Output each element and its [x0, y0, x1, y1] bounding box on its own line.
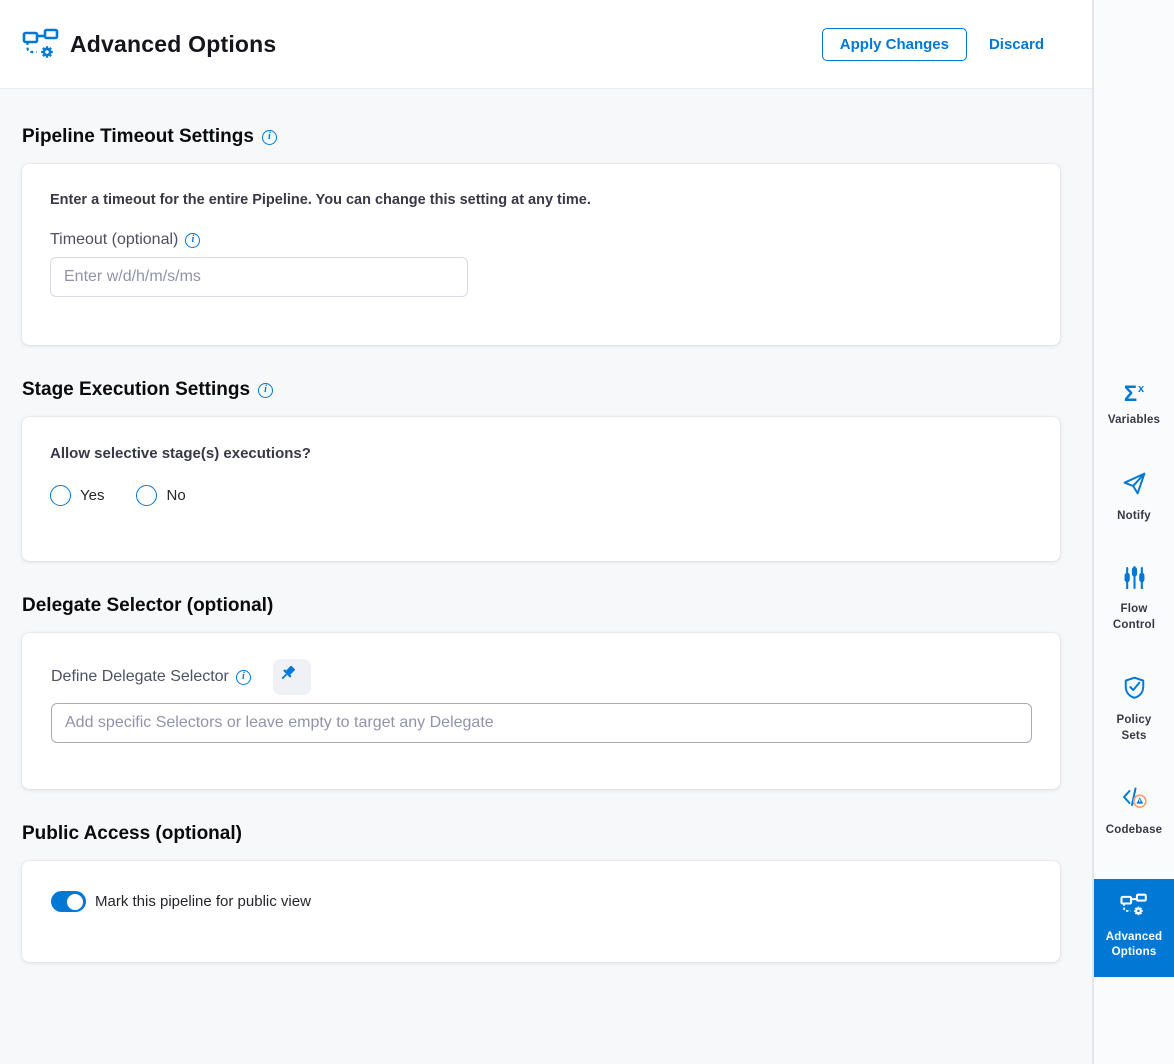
radio-circle-icon[interactable] — [50, 485, 71, 506]
sidebar-item-label: Flow Control — [1103, 602, 1165, 633]
timeout-input[interactable] — [50, 257, 468, 297]
sidebar-item-label: Codebase — [1106, 823, 1163, 839]
radio-option-yes[interactable]: Yes — [50, 485, 104, 506]
sidebar-item-policy-sets[interactable]: Policy Sets — [1094, 673, 1174, 746]
timeout-section-title-text: Pipeline Timeout Settings — [22, 125, 254, 149]
timeout-section-title: Pipeline Timeout Settings — [22, 125, 1060, 149]
public-access-title-text: Public Access (optional) — [22, 822, 242, 846]
delegate-label: Define Delegate Selector — [51, 668, 229, 686]
discard-button[interactable]: Discard — [989, 36, 1044, 53]
radio-label-yes: Yes — [80, 487, 104, 504]
advanced-options-panel: Advanced Options Apply Changes Discard P… — [0, 0, 1092, 1064]
panel-header: Advanced Options Apply Changes Discard — [0, 0, 1092, 89]
settings-content: Pipeline Timeout Settings Enter a timeou… — [0, 89, 1092, 1064]
delegate-field-label-text: Define Delegate Selector — [51, 668, 251, 686]
public-view-toggle-row: Mark this pipeline for public view — [51, 891, 1032, 912]
selective-stages-question: Allow selective stage(s) executions? — [50, 445, 1032, 462]
public-view-toggle[interactable] — [51, 891, 86, 912]
delegate-card: Define Delegate Selector — [22, 633, 1060, 789]
pin-button[interactable] — [273, 659, 311, 695]
sidebar-item-advanced-options[interactable]: Advanced Options — [1094, 879, 1174, 977]
header-actions: Apply Changes Discard — [822, 28, 1044, 61]
sidebar-item-notify[interactable]: Notify — [1094, 469, 1174, 527]
timeout-card: Enter a timeout for the entire Pipeline.… — [22, 164, 1060, 345]
right-rail: Σx Variables Notify — [1092, 0, 1174, 1064]
timeout-description: Enter a timeout for the entire Pipeline.… — [50, 192, 1032, 208]
apply-changes-button[interactable]: Apply Changes — [822, 28, 967, 61]
radio-circle-icon[interactable] — [136, 485, 157, 506]
pipeline-gear-icon — [22, 28, 60, 60]
sidebar-item-label: Advanced Options — [1103, 930, 1165, 961]
pushpin-icon — [282, 666, 302, 689]
sidebar-item-label: Notify — [1117, 509, 1151, 525]
info-icon[interactable] — [258, 383, 273, 398]
sidebar-item-variables[interactable]: Σx Variables — [1094, 381, 1174, 431]
paper-plane-icon — [1122, 471, 1147, 501]
pipeline-gear-icon — [1120, 893, 1148, 922]
right-rail-items: Σx Variables Notify — [1094, 381, 1174, 977]
stage-execution-section-title: Stage Execution Settings — [22, 378, 1060, 402]
timeout-field-label-text: Timeout (optional) — [50, 231, 178, 249]
delegate-title-text: Delegate Selector (optional) — [22, 594, 273, 618]
sidebar-item-label: Variables — [1108, 413, 1160, 429]
shield-check-icon — [1122, 675, 1147, 705]
delegate-section-title: Delegate Selector (optional) — [22, 594, 1060, 618]
sidebar-item-codebase[interactable]: Codebase — [1094, 784, 1174, 841]
info-icon[interactable] — [185, 233, 200, 248]
stage-execution-title-text: Stage Execution Settings — [22, 378, 250, 402]
radio-option-no[interactable]: No — [136, 485, 185, 506]
radio-label-no: No — [166, 487, 185, 504]
sigma-x-icon: Σx — [1124, 383, 1144, 405]
public-view-toggle-label: Mark this pipeline for public view — [95, 893, 311, 910]
page-title: Advanced Options — [70, 31, 276, 58]
delegate-selector-input[interactable] — [51, 703, 1032, 743]
sliders-icon — [1123, 566, 1146, 594]
code-warning-icon — [1121, 786, 1148, 815]
public-access-card: Mark this pipeline for public view — [22, 861, 1060, 962]
toggle-knob — [67, 894, 83, 910]
timeout-field-label: Timeout (optional) — [50, 231, 1032, 249]
public-access-section-title: Public Access (optional) — [22, 822, 1060, 846]
sidebar-item-flow-control[interactable]: Flow Control — [1094, 564, 1174, 635]
delegate-field-label: Define Delegate Selector — [51, 659, 1032, 695]
sidebar-item-label: Policy Sets — [1103, 713, 1165, 744]
info-icon[interactable] — [262, 130, 277, 145]
info-icon[interactable] — [236, 670, 251, 685]
selective-stages-radio-group: Yes No — [50, 485, 1032, 506]
stage-execution-card: Allow selective stage(s) executions? Yes… — [22, 417, 1060, 561]
